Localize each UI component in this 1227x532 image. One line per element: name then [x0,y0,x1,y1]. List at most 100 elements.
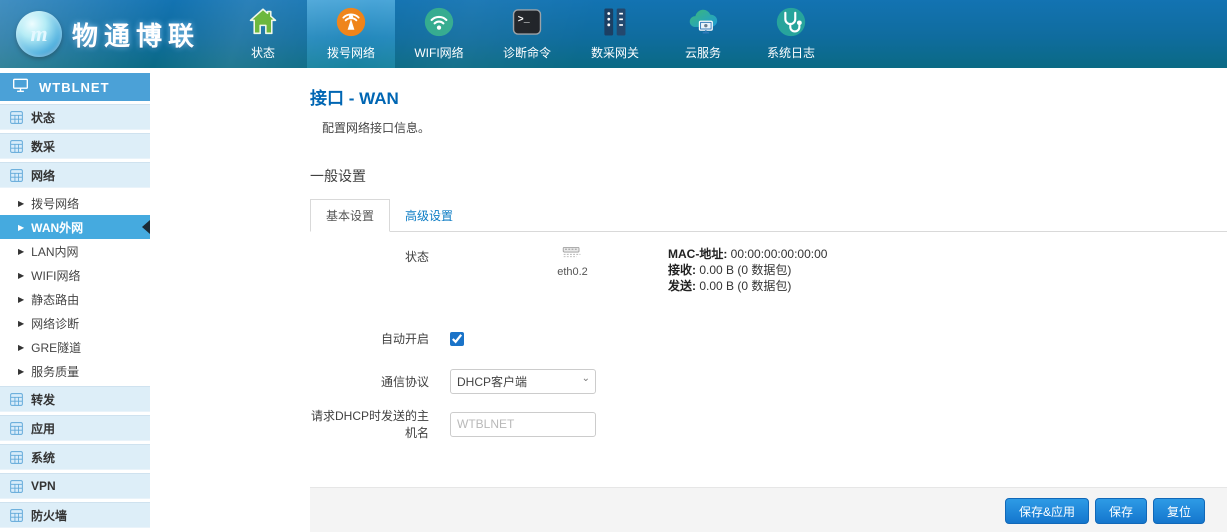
sidebar-item-label: WIFI网络 [31,267,80,284]
sidebar-item-firewall[interactable]: 防火墙 [0,502,150,528]
sidebar-item-label: 系统 [31,449,55,466]
tab-basic-settings[interactable]: 基本设置 [310,199,390,232]
sidebar-item-label: 防火墙 [31,507,67,524]
tab-advanced-settings[interactable]: 高级设置 [390,200,468,231]
triangle-right-icon: ▶ [18,319,24,328]
sidebar-item-status[interactable]: 状态 [0,104,150,130]
sidebar-item-application[interactable]: 应用 [0,415,150,441]
sidebar-subitem-wan[interactable]: ▶ WAN外网 [0,215,150,239]
sidebar-device-header: WTBLNET [0,73,150,101]
page-title: 接口 - WAN [310,84,1227,109]
nav-item-dial-network[interactable]: 拨号网络 [307,0,395,68]
top-header: m 物通博联 状态 拨号网络 WIFI网络 >_ 诊断命令 [0,0,1227,68]
stat-line: MAC-地址: 00:00:00:00:00:00 [668,246,827,262]
sidebar-item-label: 数采 [31,138,55,155]
nav-item-cloud-service[interactable]: 云服务 [659,0,747,68]
nav-item-status[interactable]: 状态 [219,0,307,68]
hostname-row: 请求DHCP时发送的主机名 [310,407,1227,441]
nav-label: 状态 [251,44,275,61]
terminal-icon: >_ [509,4,545,40]
nav-item-data-gateway[interactable]: 数采网关 [571,0,659,68]
logo-text: 物通博联 [72,16,200,53]
device-name: WTBLNET [39,80,110,95]
hostname-input[interactable] [450,412,596,437]
status-label: 状态 [310,246,450,265]
status-row: 状态 eth0.2 MAC-地址: 00:00:00:00:00:00 接收: … [310,246,1227,294]
gateway-icon [597,4,633,40]
sidebar-subitem-static-route[interactable]: ▶ 静态路由 [0,287,150,311]
auto-start-checkbox[interactable] [450,332,464,346]
sidebar-subitem-dial-network[interactable]: ▶ 拨号网络 [0,191,150,215]
cloud-service-icon [685,4,721,40]
sidebar-item-label: WAN外网 [31,219,83,236]
save-apply-button[interactable]: 保存&应用 [1005,498,1089,524]
nav-label: 拨号网络 [327,44,375,61]
protocol-select[interactable]: DHCP客户端 [450,369,596,394]
nav-item-diagnostic-command[interactable]: >_ 诊断命令 [483,0,571,68]
triangle-right-icon: ▶ [18,295,24,304]
sidebar-item-label: 网络 [31,167,55,184]
interface-name: eth0.2 [510,266,635,278]
main-panel: 接口 - WAN 配置网络接口信息。 一般设置 基本设置 高级设置 状态 eth… [150,68,1227,532]
logo-sphere-icon: m [16,11,62,57]
syslog-icon [773,4,809,40]
page-subtitle: 配置网络接口信息。 [322,119,1227,136]
wan-form: 状态 eth0.2 MAC-地址: 00:00:00:00:00:00 接收: … [310,246,1227,441]
grid-icon [10,422,23,435]
sidebar-item-network[interactable]: 网络 [0,162,150,188]
triangle-right-icon: ▶ [18,271,24,280]
sidebar-item-system[interactable]: 系统 [0,444,150,470]
sidebar-item-label: 转发 [31,391,55,408]
hostname-label: 请求DHCP时发送的主机名 [310,407,450,441]
sidebar-item-label: 静态路由 [31,291,79,308]
reset-button[interactable]: 复位 [1153,498,1205,524]
grid-icon [10,393,23,406]
sidebar-item-data-collect[interactable]: 数采 [0,133,150,159]
dial-network-icon [333,4,369,40]
nav-label: 诊断命令 [503,44,551,61]
sidebar-item-label: 网络诊断 [31,315,79,332]
nav-item-wifi-network[interactable]: WIFI网络 [395,0,483,68]
svg-text:>_: >_ [518,14,530,25]
sidebar-subitem-lan[interactable]: ▶ LAN内网 [0,239,150,263]
sidebar-item-label: 应用 [31,420,55,437]
interface-stats: MAC-地址: 00:00:00:00:00:00 接收: 0.00 B (0 … [668,246,827,294]
triangle-right-icon: ▶ [18,223,24,232]
nav-label: 云服务 [685,44,721,61]
triangle-right-icon: ▶ [18,367,24,376]
sidebar-item-label: GRE隧道 [31,339,81,356]
ethernet-adapter-icon [561,246,584,259]
sidebar-item-label: 拨号网络 [31,195,79,212]
monitor-icon [12,78,29,96]
sidebar-item-label: 状态 [31,109,55,126]
top-nav: 状态 拨号网络 WIFI网络 >_ 诊断命令 数采网关 [219,0,835,68]
brand-logo: m 物通博联 [0,0,205,68]
sidebar-item-forward[interactable]: 转发 [0,386,150,412]
sidebar-subitem-net-diagnose[interactable]: ▶ 网络诊断 [0,311,150,335]
nav-item-system-log[interactable]: 系统日志 [747,0,835,68]
settings-tabs: 基本设置 高级设置 [310,199,1227,232]
nav-label: 数采网关 [591,44,639,61]
sidebar-item-vpn[interactable]: VPN [0,473,150,499]
sidebar-item-label: VPN [31,479,56,493]
sidebar-subitem-wifi[interactable]: ▶ WIFI网络 [0,263,150,287]
grid-icon [10,509,23,522]
save-button[interactable]: 保存 [1095,498,1147,524]
auto-start-label: 自动开启 [310,330,450,347]
triangle-right-icon: ▶ [18,343,24,352]
protocol-label: 通信协议 [310,373,450,390]
wifi-icon [421,4,457,40]
sidebar-subitem-qos[interactable]: ▶ 服务质量 [0,359,150,383]
auto-start-row: 自动开启 [310,330,1227,347]
sidebar-subitem-gre-tunnel[interactable]: ▶ GRE隧道 [0,335,150,359]
section-title: 一般设置 [310,166,1227,186]
grid-icon [10,480,23,493]
sidebar-item-label: 服务质量 [31,363,79,380]
action-bar: 保存&应用 保存 复位 [310,487,1227,532]
home-icon [245,4,281,40]
triangle-right-icon: ▶ [18,247,24,256]
grid-icon [10,169,23,182]
protocol-row: 通信协议 DHCP客户端 ⌄ [310,369,1227,394]
grid-icon [10,140,23,153]
stat-line: 接收: 0.00 B (0 数据包) [668,262,827,278]
